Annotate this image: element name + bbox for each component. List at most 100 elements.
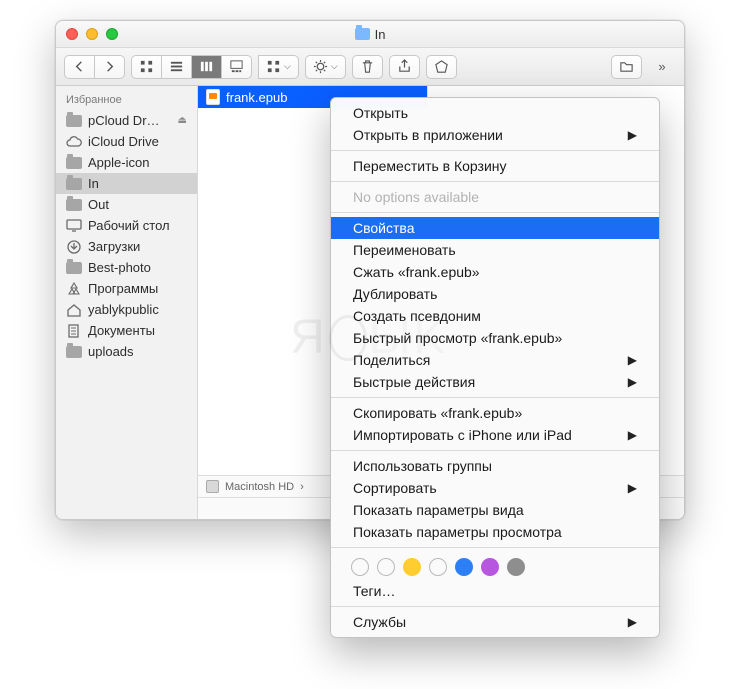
hard-drive-icon (206, 480, 219, 493)
sidebar-item-label: uploads (88, 344, 134, 359)
sidebar-item-3[interactable]: In (56, 173, 197, 194)
ctx-item[interactable]: Открыть (331, 102, 659, 124)
gallery-view-button[interactable] (222, 55, 252, 79)
ctx-item[interactable]: Поделиться▶ (331, 349, 659, 371)
arrange-group: ⌵ (258, 55, 299, 79)
sidebar-item-11[interactable]: uploads (56, 341, 197, 362)
tag-gray[interactable] (507, 558, 525, 576)
forward-button[interactable] (95, 55, 125, 79)
ctx-item[interactable]: Быстрые действия▶ (331, 371, 659, 393)
ctx-item[interactable]: Показать параметры вида (331, 499, 659, 521)
share-button[interactable] (389, 55, 420, 79)
ctx-item-label: Переместить в Корзину (353, 158, 507, 174)
ctx-tags-more[interactable]: Теги… (331, 580, 659, 602)
trash-button[interactable] (352, 55, 383, 79)
sidebar-item-label: Out (88, 197, 109, 212)
sidebar-item-2[interactable]: Apple-icon (56, 152, 197, 173)
ctx-services[interactable]: Службы ▶ (331, 611, 659, 633)
submenu-arrow-icon: ▶ (628, 428, 637, 442)
sidebar-item-9[interactable]: yablykpublic (56, 299, 197, 320)
ctx-separator (331, 450, 659, 451)
file-name: frank.epub (226, 90, 287, 105)
sidebar-item-8[interactable]: Программы (56, 278, 197, 299)
ctx-item-label: Импортировать с iPhone или iPad (353, 427, 572, 443)
titlebar: In (56, 21, 684, 48)
folder-icon (66, 156, 82, 170)
submenu-arrow-icon: ▶ (628, 615, 637, 629)
sidebar-item-4[interactable]: Out (56, 194, 197, 215)
ctx-item[interactable]: Показать параметры просмотра (331, 521, 659, 543)
nav-buttons (64, 55, 125, 79)
ctx-item-label: Создать псевдоним (353, 308, 481, 324)
sidebar-item-label: pCloud Dr… (88, 113, 160, 128)
sidebar-item-label: Рабочий стол (88, 218, 170, 233)
back-button[interactable] (64, 55, 95, 79)
sidebar-item-0[interactable]: pCloud Dr… ⏏ (56, 110, 197, 131)
ctx-item[interactable]: Быстрый просмотр «frank.epub» (331, 327, 659, 349)
ctx-item-label: Скопировать «frank.epub» (353, 405, 522, 421)
submenu-arrow-icon: ▶ (628, 375, 637, 389)
ctx-separator (331, 212, 659, 213)
icon-view-button[interactable] (131, 55, 162, 79)
sidebar-item-label: Документы (88, 323, 155, 338)
ctx-separator (331, 547, 659, 548)
sidebar-item-6[interactable]: Загрузки (56, 236, 197, 257)
ctx-item[interactable]: Импортировать с iPhone или iPad ▶ (331, 424, 659, 446)
ctx-item[interactable]: Свойства (331, 217, 659, 239)
ctx-item-label: Открыть (353, 105, 408, 121)
ctx-item[interactable]: Сжать «frank.epub» (331, 261, 659, 283)
tags-row (331, 552, 659, 580)
tag-yellow[interactable] (403, 558, 421, 576)
tags-button[interactable] (426, 55, 457, 79)
sidebar-header: Избранное (56, 92, 197, 110)
column-view-button[interactable] (192, 55, 222, 79)
ctx-item-label: Переименовать (353, 242, 456, 258)
sidebar-item-5[interactable]: Рабочий стол (56, 215, 197, 236)
ctx-item[interactable]: Дублировать (331, 283, 659, 305)
eject-icon[interactable]: ⏏ (178, 115, 187, 126)
minimize-window-button[interactable] (86, 28, 98, 40)
arrange-button[interactable]: ⌵ (258, 55, 299, 79)
tag-none-3[interactable] (429, 558, 447, 576)
folder-icon (66, 261, 82, 275)
ctx-item[interactable]: Сортировать▶ (331, 477, 659, 499)
sidebar-item-10[interactable]: Документы (56, 320, 197, 341)
window-title-text: In (375, 27, 386, 42)
ctx-item-label: Показать параметры вида (353, 502, 524, 518)
folder-icon (66, 114, 82, 128)
new-folder-button[interactable] (611, 55, 642, 79)
epub-file-icon (206, 89, 220, 105)
maximize-window-button[interactable] (106, 28, 118, 40)
tag-none-1[interactable] (351, 558, 369, 576)
ctx-item[interactable]: Открыть в приложении▶ (331, 124, 659, 146)
folder-icon (66, 177, 82, 191)
sidebar-item-7[interactable]: Best-photo (56, 257, 197, 278)
folder-icon (66, 345, 82, 359)
ctx-item[interactable]: Использовать группы (331, 455, 659, 477)
ctx-item-label: Показать параметры просмотра (353, 524, 562, 540)
desktop-icon (66, 219, 82, 233)
ctx-item-label: Сжать «frank.epub» (353, 264, 480, 280)
folder-icon (355, 28, 370, 40)
ctx-item[interactable]: Переместить в Корзину (331, 155, 659, 177)
ctx-item-label: Поделиться (353, 352, 430, 368)
action-button[interactable]: ⌵ (305, 55, 346, 79)
list-view-button[interactable] (162, 55, 192, 79)
ctx-item[interactable]: Переименовать (331, 239, 659, 261)
toolbar-overflow-button[interactable]: » (648, 55, 676, 79)
close-window-button[interactable] (66, 28, 78, 40)
sidebar-item-label: In (88, 176, 99, 191)
ctx-separator (331, 397, 659, 398)
ctx-item-label: Открыть в приложении (353, 127, 503, 143)
sidebar-item-label: yablykpublic (88, 302, 159, 317)
sidebar-item-1[interactable]: iCloud Drive (56, 131, 197, 152)
ctx-item-label: Использовать группы (353, 458, 492, 474)
view-buttons (131, 55, 252, 79)
tag-blue[interactable] (455, 558, 473, 576)
ctx-item[interactable]: Создать псевдоним (331, 305, 659, 327)
ctx-item[interactable]: Скопировать «frank.epub» (331, 402, 659, 424)
tag-purple[interactable] (481, 558, 499, 576)
window-title: In (56, 27, 684, 42)
sidebar: Избранное pCloud Dr… ⏏ iCloud DriveApple-i… (56, 86, 198, 519)
tag-none-2[interactable] (377, 558, 395, 576)
